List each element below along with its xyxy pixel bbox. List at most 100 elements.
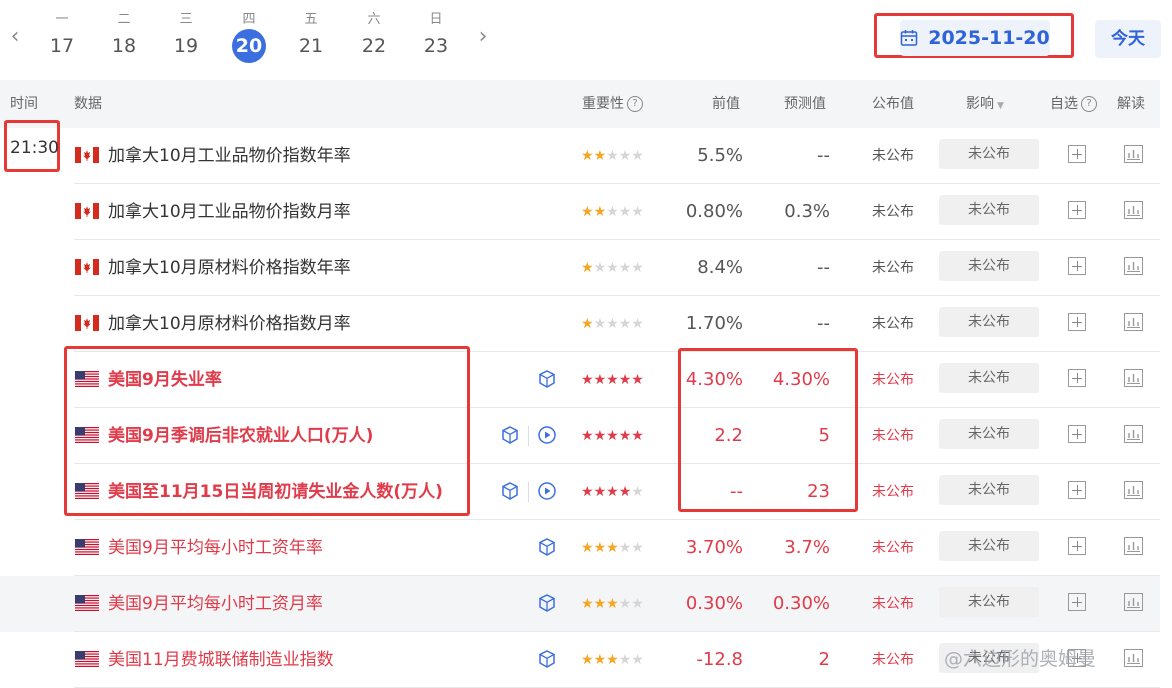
- chart-icon[interactable]: [1124, 369, 1143, 387]
- add-watchlist-icon[interactable]: [1068, 145, 1086, 163]
- forecast-value: 2: [818, 649, 830, 670]
- help-icon[interactable]: ?: [627, 96, 643, 112]
- chart-icon[interactable]: [1124, 313, 1143, 331]
- day-18[interactable]: 二 18: [104, 10, 144, 60]
- star-filled-icon: ★: [581, 652, 594, 668]
- event-name[interactable]: 加拿大10月工业品物价指数月率: [108, 184, 351, 240]
- next-week-arrow-icon[interactable]: ›: [476, 26, 490, 48]
- star-filled-icon: ★: [593, 596, 607, 612]
- day-19[interactable]: 三 19: [166, 10, 206, 60]
- us-flag-icon: [75, 651, 99, 667]
- add-watchlist-icon[interactable]: [1068, 481, 1086, 499]
- importance-stars: ★★★★★: [581, 184, 644, 240]
- published-value: 未公布: [872, 148, 914, 164]
- cube-icon[interactable]: [537, 537, 557, 557]
- chart-icon[interactable]: [1124, 145, 1143, 163]
- chart-icon[interactable]: [1124, 425, 1143, 443]
- star-empty-icon: ★: [631, 260, 644, 276]
- day-number: 22: [361, 35, 387, 57]
- chart-icon[interactable]: [1124, 649, 1143, 667]
- play-icon[interactable]: [537, 425, 557, 445]
- star-empty-icon: ★: [618, 260, 632, 276]
- add-watchlist-icon[interactable]: [1068, 425, 1086, 443]
- cube-icon[interactable]: [537, 369, 557, 389]
- chart-icon[interactable]: [1124, 593, 1143, 611]
- day-17[interactable]: 一 17: [42, 10, 82, 60]
- day-number: 20: [232, 29, 266, 63]
- day-20[interactable]: 四 20: [229, 10, 269, 63]
- forecast-value: --: [817, 313, 830, 334]
- add-watchlist-icon[interactable]: [1068, 201, 1086, 219]
- table-row[interactable]: 美国9月平均每小时工资月率 ★★★★★ 0.30% 0.30% 未公布 未公布: [0, 576, 1160, 632]
- importance-stars: ★★★★★: [581, 240, 644, 296]
- header-forecast: 预测值: [784, 96, 826, 112]
- selected-date: 2025-11-20: [928, 27, 1050, 49]
- star-filled-icon: ★: [631, 372, 644, 388]
- star-empty-icon: ★: [606, 260, 619, 276]
- day-weekday: 一: [55, 12, 69, 27]
- impact-badge: 未公布: [939, 307, 1039, 337]
- header-watchlist: 自选?: [1050, 80, 1097, 128]
- header-impact[interactable]: 影响 ▼: [966, 80, 1004, 128]
- add-watchlist-icon[interactable]: [1068, 313, 1086, 331]
- event-name[interactable]: 美国11月费城联储制造业指数: [108, 632, 334, 688]
- star-filled-icon: ★: [606, 484, 619, 500]
- add-watchlist-icon[interactable]: [1068, 257, 1086, 275]
- event-name[interactable]: 加拿大10月工业品物价指数年率: [108, 128, 351, 184]
- impact-badge: 未公布: [939, 363, 1039, 393]
- published-value: 未公布: [872, 260, 914, 276]
- star-empty-icon: ★: [631, 484, 644, 500]
- canada-flag-icon: [75, 203, 99, 219]
- star-filled-icon: ★: [593, 540, 607, 556]
- table-row[interactable]: 加拿大10月原材料价格指数年率 ★★★★★ 8.4% -- 未公布 未公布: [0, 240, 1160, 296]
- star-filled-icon: ★: [631, 428, 644, 444]
- cube-icon[interactable]: [500, 481, 520, 501]
- date-picker-button[interactable]: 2025-11-20: [900, 20, 1050, 56]
- previous-value: 8.4%: [697, 257, 743, 278]
- day-21[interactable]: 五 21: [291, 10, 331, 60]
- chart-icon[interactable]: [1124, 201, 1143, 219]
- day-number: 19: [173, 35, 199, 57]
- prev-week-arrow-icon[interactable]: ‹: [8, 26, 22, 48]
- us-flag-icon: [75, 539, 99, 555]
- today-button[interactable]: 今天: [1095, 20, 1161, 58]
- cube-icon[interactable]: [537, 649, 557, 669]
- event-name[interactable]: 加拿大10月原材料价格指数月率: [108, 296, 351, 352]
- chart-icon[interactable]: [1124, 257, 1143, 275]
- cube-icon[interactable]: [500, 425, 520, 445]
- published-value: 未公布: [872, 372, 914, 388]
- star-empty-icon: ★: [618, 596, 632, 612]
- event-name[interactable]: 美国9月平均每小时工资月率: [108, 576, 323, 632]
- table-row[interactable]: 加拿大10月工业品物价指数月率 ★★★★★ 0.80% 0.3% 未公布 未公布: [0, 184, 1160, 240]
- header-watchlist-label: 自选: [1050, 96, 1078, 112]
- cube-icon[interactable]: [537, 593, 557, 613]
- day-23[interactable]: 日 23: [416, 10, 456, 60]
- star-filled-icon: ★: [618, 372, 632, 388]
- table-row[interactable]: 加拿大10月工业品物价指数年率 ★★★★★ 5.5% -- 未公布 未公布: [0, 128, 1160, 184]
- impact-badge: 未公布: [939, 139, 1039, 169]
- add-watchlist-icon[interactable]: [1068, 369, 1086, 387]
- star-filled-icon: ★: [593, 484, 607, 500]
- day-weekday: 二: [117, 12, 131, 27]
- star-filled-icon: ★: [618, 484, 632, 500]
- published-value: 未公布: [872, 484, 914, 500]
- importance-stars: ★★★★★: [581, 576, 644, 632]
- event-name[interactable]: 美国9月平均每小时工资年率: [108, 520, 323, 576]
- impact-badge: 未公布: [939, 587, 1039, 617]
- add-watchlist-icon[interactable]: [1068, 593, 1086, 611]
- help-icon[interactable]: ?: [1081, 96, 1097, 112]
- star-filled-icon: ★: [606, 540, 619, 556]
- star-filled-icon: ★: [593, 204, 607, 220]
- table-row[interactable]: 加拿大10月原材料价格指数月率 ★★★★★ 1.70% -- 未公布 未公布: [0, 296, 1160, 352]
- canada-flag-icon: [75, 259, 99, 275]
- previous-value: 0.80%: [685, 201, 743, 222]
- table-row[interactable]: 美国9月平均每小时工资年率 ★★★★★ 3.70% 3.7% 未公布 未公布: [0, 520, 1160, 576]
- chart-icon[interactable]: [1124, 537, 1143, 555]
- published-value: 未公布: [872, 428, 914, 444]
- chart-icon[interactable]: [1124, 481, 1143, 499]
- event-name[interactable]: 加拿大10月原材料价格指数年率: [108, 240, 351, 296]
- add-watchlist-icon[interactable]: [1068, 537, 1086, 555]
- day-22[interactable]: 六 22: [354, 10, 394, 60]
- play-icon[interactable]: [537, 481, 557, 501]
- published-value: 未公布: [872, 540, 914, 556]
